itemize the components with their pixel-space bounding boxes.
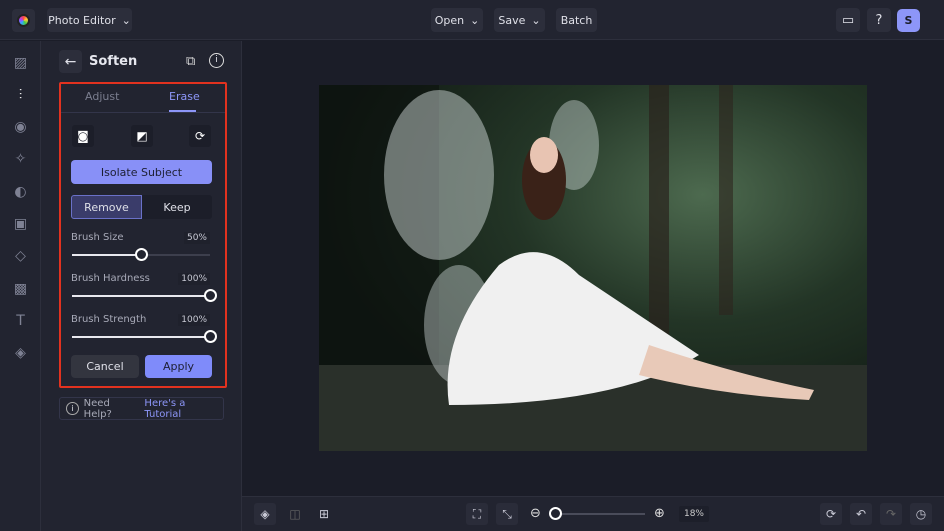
refresh-icon[interactable]: ⟳ xyxy=(189,125,211,147)
info-icon: i xyxy=(66,402,79,415)
open-label: Open xyxy=(434,13,465,27)
tab-adjust[interactable]: Adjust xyxy=(85,90,119,103)
brush-hardness-value[interactable]: 100% xyxy=(178,273,210,285)
texture-icon[interactable]: ▩ xyxy=(12,281,29,298)
zoom-slider-handle[interactable] xyxy=(549,507,562,520)
brush-strength-value[interactable]: 100% xyxy=(178,314,210,326)
isolate-subject-button[interactable]: Isolate Subject xyxy=(71,160,212,184)
save-label: Save xyxy=(498,13,526,27)
app-menu-button[interactable]: Photo Editor ⌄ xyxy=(47,8,132,32)
panel-title: Soften xyxy=(89,54,138,69)
info-icon[interactable]: i xyxy=(209,53,224,68)
back-arrow-icon[interactable]: ← xyxy=(59,50,82,73)
frame-icon[interactable]: ▣ xyxy=(12,216,29,233)
apply-button[interactable]: Apply xyxy=(145,355,212,378)
open-button[interactable]: Open ⌄ xyxy=(431,8,483,32)
brush-size-slider[interactable] xyxy=(72,248,210,261)
tutorial-link[interactable]: Here's a Tutorial xyxy=(144,398,223,420)
overlay-icon[interactable]: ◈ xyxy=(12,345,29,362)
image-icon[interactable]: ▨ xyxy=(12,55,29,72)
undo-icon[interactable]: ↶ xyxy=(850,503,872,525)
cancel-button[interactable]: Cancel xyxy=(71,355,139,378)
zoom-out-icon[interactable]: ⊖ xyxy=(530,506,541,521)
brush-hardness-label: Brush Hardness xyxy=(71,273,150,284)
chevron-down-icon: ⌄ xyxy=(470,13,480,27)
brush-strength-label: Brush Strength xyxy=(71,314,147,325)
crop-subject-icon[interactable]: ◩ xyxy=(131,125,153,147)
fit-screen-icon[interactable]: ⛶ xyxy=(466,503,488,525)
app-logo[interactable] xyxy=(12,9,35,32)
slider-handle[interactable] xyxy=(204,330,217,343)
brush-hardness-slider[interactable] xyxy=(72,289,217,302)
brush-size-value[interactable]: 50% xyxy=(183,232,210,244)
eye-icon[interactable]: ◉ xyxy=(12,119,29,136)
chevron-down-icon: ⌄ xyxy=(121,13,131,27)
brush-strength-slider[interactable] xyxy=(72,330,217,343)
tab-erase[interactable]: Erase xyxy=(169,90,200,103)
slider-handle[interactable] xyxy=(135,248,148,261)
help-text: Need Help? xyxy=(83,397,112,420)
keep-button[interactable]: Keep xyxy=(142,195,212,219)
history-icon[interactable]: ◷ xyxy=(910,503,932,525)
layers-icon[interactable]: ◈ xyxy=(254,503,276,525)
batch-button[interactable]: Batch xyxy=(556,8,597,32)
tab-divider xyxy=(61,112,225,113)
shapes-icon[interactable]: ◇ xyxy=(12,248,29,265)
avatar[interactable]: S xyxy=(897,9,920,32)
brush-size-label: Brush Size xyxy=(71,232,124,243)
comment-icon[interactable]: ▭ xyxy=(836,8,860,32)
help-icon[interactable]: ? xyxy=(867,8,891,32)
save-button[interactable]: Save ⌄ xyxy=(494,8,545,32)
zoom-slider[interactable] xyxy=(549,507,645,520)
copy-icon[interactable]: ⧉ xyxy=(186,54,195,69)
grid-icon[interactable]: ⊞ xyxy=(313,503,335,525)
effects-icon[interactable]: ✧ xyxy=(12,151,29,168)
help-box: i Need Help? Here's a Tutorial xyxy=(59,397,224,420)
camera-icon[interactable]: ◙ xyxy=(72,125,94,147)
photo-canvas[interactable] xyxy=(319,85,867,451)
text-icon[interactable]: T xyxy=(12,313,29,330)
redo-icon[interactable]: ↷ xyxy=(880,503,902,525)
slider-handle[interactable] xyxy=(204,289,217,302)
compare-icon[interactable]: ◫ xyxy=(284,503,306,525)
rotate-icon[interactable]: ⟳ xyxy=(820,503,842,525)
active-tab-indicator xyxy=(169,110,196,112)
left-rail: ▨ ⫶ ◉ ✧ ◐ ▣ ◇ ▩ T ◈ xyxy=(0,41,41,531)
chevron-down-icon: ⌄ xyxy=(531,13,541,27)
palette-icon[interactable]: ◐ xyxy=(12,184,29,201)
zoom-in-icon[interactable]: ⊕ xyxy=(654,506,665,521)
photo-illustration xyxy=(319,85,867,451)
adjust-icon[interactable]: ⫶ xyxy=(12,87,29,104)
app-menu-label: Photo Editor xyxy=(48,13,116,27)
zoom-level[interactable]: 18% xyxy=(679,506,709,522)
actual-size-icon[interactable]: ⤡ xyxy=(496,503,518,525)
remove-button[interactable]: Remove xyxy=(71,195,142,219)
